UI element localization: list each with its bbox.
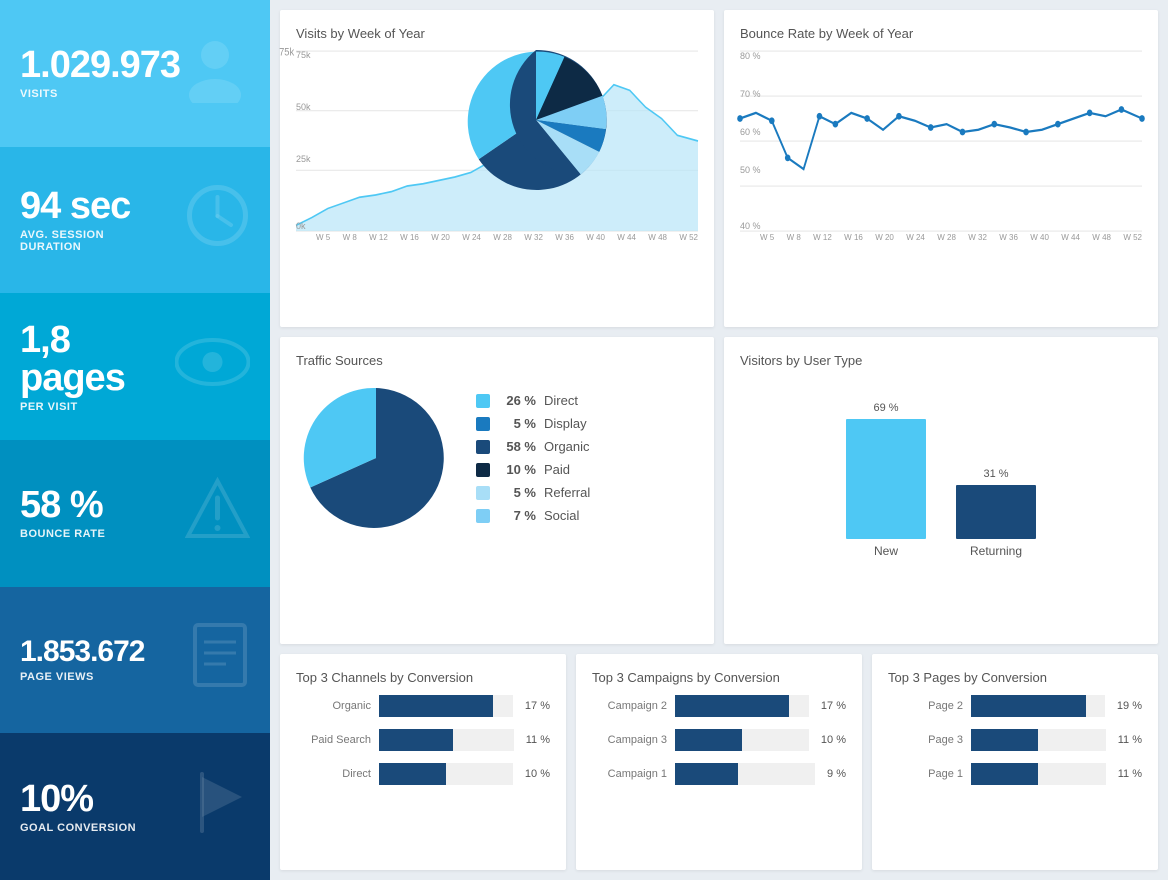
paid-color [476, 463, 490, 477]
display-color [476, 417, 490, 431]
campaigns-fill-1 [675, 729, 742, 751]
warning-icon [185, 476, 250, 551]
legend-direct: 26 % Direct [476, 393, 590, 408]
campaigns-row-1: Campaign 3 10 % [592, 729, 846, 751]
pie-chart [296, 378, 456, 538]
pages-fill-1 [971, 729, 1038, 751]
bounce-rate-card: Bounce Rate by Week of Year [724, 10, 1158, 327]
channels-row-2: Direct 10 % [296, 763, 550, 785]
pages-row-1: Page 3 11 % [888, 729, 1142, 751]
conversion-label: GOAL CONVERSION [20, 822, 136, 834]
visitors-by-type-title: Visitors by User Type [740, 353, 1142, 368]
channels-track-0 [379, 695, 513, 717]
campaigns-fill-0 [675, 695, 789, 717]
bounce-label: BOUNCE RATE [20, 528, 105, 540]
returning-visitors-bar: 31 % Returning [956, 468, 1036, 558]
bounce-chart: 80 % 70 % 60 % 50 % 40 % [740, 51, 1142, 231]
campaigns-track-2 [675, 763, 815, 785]
flag-icon [190, 769, 250, 844]
direct-color [476, 394, 490, 408]
traffic-sources-title: Traffic Sources [296, 353, 698, 368]
main-content: Visits by Week of Year 75k 75k 50k 25k [270, 0, 1168, 880]
pages-card: Top 3 Pages by Conversion Page 2 19 % Pa… [872, 654, 1158, 870]
campaigns-row-0: Campaign 2 17 % [592, 695, 846, 717]
campaigns-fill-2 [675, 763, 738, 785]
person-icon [180, 33, 250, 113]
sidebar-session: 94 sec AVG. SESSION DURATION [0, 147, 270, 294]
bounce-rate-title: Bounce Rate by Week of Year [740, 26, 1142, 41]
channels-fill-0 [379, 695, 493, 717]
conversion-value: 10% [20, 780, 136, 818]
legend-display: 5 % Display [476, 416, 590, 431]
channels-fill-1 [379, 729, 453, 751]
session-value: 94 sec [20, 187, 130, 225]
sidebar-pageviews: 1.853.672 PAGE VIEWS [0, 587, 270, 734]
channels-row-1: Paid Search 11 % [296, 729, 550, 751]
social-color [476, 509, 490, 523]
visitors-bar-chart: 69 % New 31 % Returning [740, 378, 1142, 558]
bounce-value: 58 % [20, 486, 105, 524]
pages-label: PER VISIT [20, 401, 175, 413]
svg-text:75k: 75k [279, 47, 295, 59]
channels-bars: Organic 17 % Paid Search 11 % Direct [296, 695, 550, 785]
campaigns-row-2: Campaign 1 9 % [592, 763, 846, 785]
sidebar-pages-per-visit: 1,8 pages PER VISIT [0, 293, 270, 440]
new-bar-rect [846, 419, 926, 539]
document-icon [190, 620, 250, 700]
sidebar: 1.029.973 VISITS 94 sec AVG. SESSION DUR… [0, 0, 270, 880]
pages-row-0: Page 2 19 % [888, 695, 1142, 717]
pages-value: 1,8 pages [20, 321, 175, 397]
visits-value: 1.029.973 [20, 46, 180, 84]
visitors-by-type-card: Visitors by User Type 69 % New 31 % Retu… [724, 337, 1158, 643]
legend-social: 7 % Social [476, 508, 590, 523]
new-visitors-bar: 69 % New [846, 402, 926, 558]
campaigns-bars: Campaign 2 17 % Campaign 3 10 % Campaign… [592, 695, 846, 785]
pages-row-2: Page 1 11 % [888, 763, 1142, 785]
pages-title: Top 3 Pages by Conversion [888, 670, 1142, 685]
campaigns-track-1 [675, 729, 809, 751]
sidebar-bounce: 58 % BOUNCE RATE [0, 440, 270, 587]
campaigns-track-0 [675, 695, 809, 717]
channels-card: Top 3 Channels by Conversion Organic 17 … [280, 654, 566, 870]
campaigns-title: Top 3 Campaigns by Conversion [592, 670, 846, 685]
channels-row-0: Organic 17 % [296, 695, 550, 717]
traffic-legend: 26 % Direct 5 % Display 58 % Organic 10 … [476, 393, 590, 523]
sidebar-conversion: 10% GOAL CONVERSION [0, 733, 270, 880]
channels-title: Top 3 Channels by Conversion [296, 670, 550, 685]
referral-color [476, 486, 490, 500]
organic-color [476, 440, 490, 454]
session-label: AVG. SESSION DURATION [20, 229, 130, 253]
eye-icon [175, 337, 250, 397]
pages-track-0 [971, 695, 1105, 717]
pages-track-1 [971, 729, 1106, 751]
visits-label: VISITS [20, 88, 180, 100]
visits-by-week-title: Visits by Week of Year [296, 26, 698, 41]
pageviews-value: 1.853.672 [20, 637, 144, 667]
pages-fill-0 [971, 695, 1086, 717]
legend-paid: 10 % Paid [476, 462, 590, 477]
clock-icon [185, 183, 250, 258]
pages-bars: Page 2 19 % Page 3 11 % Page 1 [888, 695, 1142, 785]
channels-fill-2 [379, 763, 446, 785]
sidebar-visits: 1.029.973 VISITS [0, 0, 270, 147]
pages-fill-2 [971, 763, 1038, 785]
channels-track-2 [379, 763, 513, 785]
legend-organic: 58 % Organic [476, 439, 590, 454]
pageviews-label: PAGE VIEWS [20, 671, 144, 683]
campaigns-card: Top 3 Campaigns by Conversion Campaign 2… [576, 654, 862, 870]
channels-track-1 [379, 729, 514, 751]
returning-bar-rect [956, 485, 1036, 539]
traffic-sources-card: Traffic Sources [280, 337, 714, 643]
legend-referral: 5 % Referral [476, 485, 590, 500]
pages-track-2 [971, 763, 1106, 785]
